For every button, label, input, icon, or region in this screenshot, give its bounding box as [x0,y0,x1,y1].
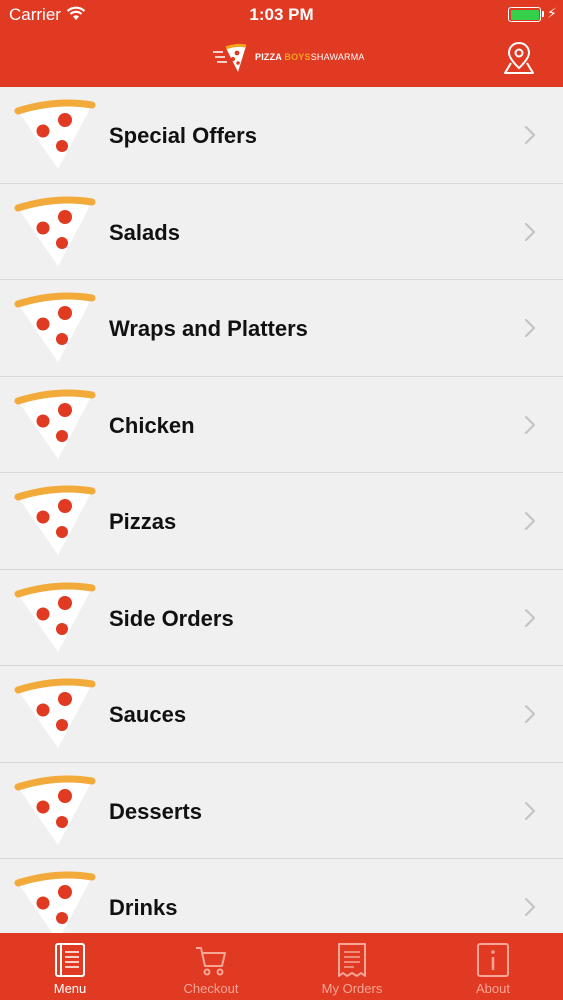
menu-category-label: Drinks [109,895,178,920]
tab-bar: Menu Checkout My Orders About [0,933,563,1000]
status-bar: Carrier 1:03 PM ⚡ [0,0,563,30]
battery-level [510,9,539,20]
menu-category-row[interactable]: Side Orders [0,569,563,666]
tab-label: Menu [53,981,87,996]
receipt-icon [336,942,368,983]
pizza-slice-icon [10,578,96,658]
menu-category-label: Sauces [109,702,187,727]
logo-wordmark: PIZZA BOYSSHAWARMA [255,52,365,62]
battery-icon [508,7,541,22]
pizza-slice-icon [10,385,96,465]
menu-category-row[interactable]: Special Offers [0,87,563,184]
menu-category-row[interactable]: Chicken [0,376,563,473]
chevron-right-icon [523,510,537,532]
menu-category-label: Desserts [109,798,202,824]
pizza-slice-icon [10,674,96,754]
charging-bolt-icon: ⚡ [547,5,557,21]
menu-category-row[interactable]: Salads [0,183,563,280]
tab-label: My Orders [321,981,383,996]
pizza-slice-icon [10,95,96,175]
pizza-logo-icon [213,43,247,72]
menu-category-row[interactable]: Pizzas [0,473,563,570]
menu-category-label: Pizzas [109,509,177,534]
tab-my-orders[interactable]: My Orders [282,933,422,1000]
tab-checkout[interactable]: Checkout [141,933,281,1000]
menu-category-label: Salads [109,219,180,245]
pizza-slice-icon [10,192,96,272]
pizza-slice-icon [10,867,96,933]
chevron-right-icon [523,124,537,146]
app-header: Carrier 1:03 PM ⚡ PIZZA BOYSSHAWARMA [0,0,563,87]
chevron-right-icon [523,221,537,243]
menu-category-label: Chicken [109,412,195,438]
app-logo: PIZZA BOYSSHAWARMA [212,42,364,74]
logo-word-pizza: PIZZA [255,52,282,62]
battery-nub [542,11,544,17]
logo-word-shawarma: SHAWARMA [310,52,365,62]
menu-category-list: Special Offers Salads Wraps and Platters… [0,87,563,933]
chevron-right-icon [523,317,537,339]
chevron-right-icon [523,896,537,918]
location-button[interactable] [502,40,536,76]
chevron-right-icon [523,800,537,822]
cart-icon [193,942,229,983]
chevron-right-icon [523,414,537,436]
menu-category-row[interactable]: Desserts [0,762,563,859]
logo-word-boys: BOYS [284,52,311,62]
menu-book-icon [53,942,87,983]
pizza-slice-icon [10,288,96,368]
tab-label: About [476,981,510,996]
chevron-right-icon [523,703,537,725]
clock: 1:03 PM [249,5,314,24]
menu-category-row[interactable]: Wraps and Platters [0,280,563,377]
tab-menu[interactable]: Menu [0,933,140,1000]
info-icon [476,942,510,983]
menu-category-label: Side Orders [109,605,234,631]
menu-category-label: Wraps and Platters [109,316,308,341]
pizza-slice-icon [10,481,96,561]
menu-category-row[interactable]: Sauces [0,666,563,763]
menu-category-label: Special Offers [109,123,257,148]
tab-about[interactable]: About [423,933,563,1000]
pizza-slice-icon [10,771,96,851]
map-pin-icon [504,41,534,74]
tab-label: Checkout [183,981,239,996]
chevron-right-icon [523,607,537,629]
menu-category-row[interactable]: Drinks [0,859,563,933]
